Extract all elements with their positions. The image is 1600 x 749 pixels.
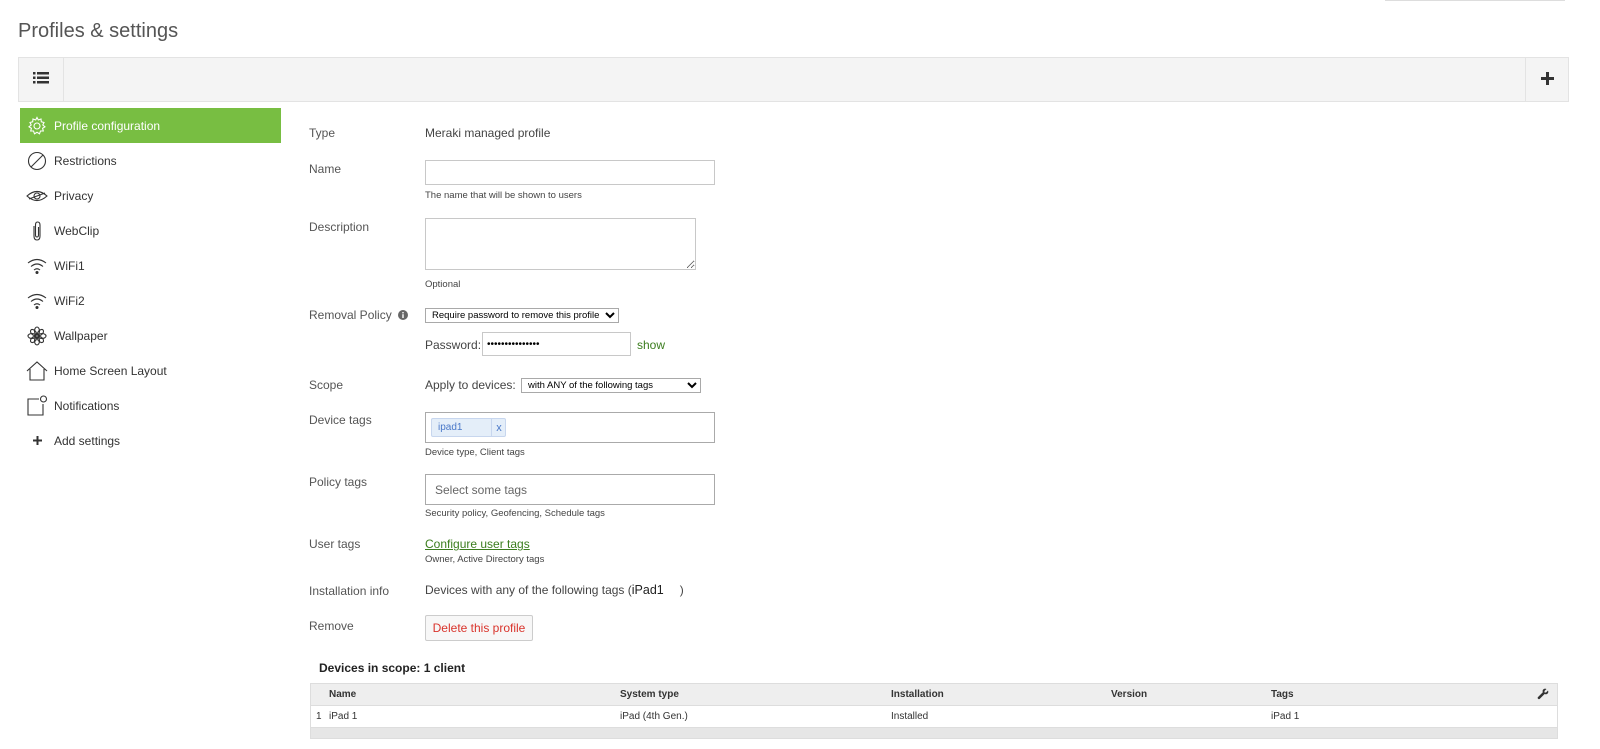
sidebar-item-profile-configuration[interactable]: Profile configuration <box>20 108 281 143</box>
device-tags-input[interactable]: ipad1 x <box>425 412 715 443</box>
sidebar-item-label: WebClip <box>54 223 100 238</box>
settings-sidebar: Profile configuration Restrictions Priva… <box>20 108 281 458</box>
device-tags-hint: Device type, Client tags <box>425 447 525 458</box>
removal-policy-label: Removal Policy <box>309 308 409 323</box>
sidebar-item-label: Notifications <box>54 398 120 413</box>
sidebar-item-label: Profile configuration <box>54 118 161 133</box>
add-profile-button[interactable] <box>1525 58 1568 101</box>
info-icon[interactable] <box>398 309 409 323</box>
configure-user-tags-link[interactable]: Configure user tags <box>425 537 530 551</box>
sidebar-item-home-screen-layout[interactable]: Home Screen Layout <box>20 353 281 388</box>
cell-tags: iPad 1 <box>1271 711 1300 722</box>
cell-system-type: iPad (4th Gen.) <box>620 711 688 722</box>
column-header-system-type[interactable]: System type <box>620 689 679 700</box>
policy-tags-label: Policy tags <box>309 475 368 489</box>
wifi-icon <box>20 258 54 274</box>
sidebar-item-label: WiFi2 <box>54 293 85 308</box>
name-label: Name <box>309 162 342 176</box>
eye-icon <box>20 189 54 203</box>
gear-icon <box>20 115 54 136</box>
description-hint: Optional <box>425 279 461 290</box>
sidebar-item-wifi2[interactable]: WiFi2 <box>20 283 281 318</box>
remove-label: Remove <box>309 619 354 633</box>
password-input[interactable] <box>482 332 631 356</box>
name-input[interactable] <box>425 160 715 185</box>
list-view-button[interactable] <box>19 58 64 101</box>
devices-table: Name System type Installation Version Ta… <box>310 683 1558 739</box>
installation-info-prefix: Devices with any of the following tags ( <box>425 583 632 597</box>
column-header-version[interactable]: Version <box>1111 689 1147 700</box>
tag-chip-label: ipad1 <box>438 422 463 433</box>
removal-policy-select[interactable]: Require password to remove this profile <box>425 308 619 323</box>
sidebar-item-label: Wallpaper <box>54 328 108 343</box>
name-hint: The name that will be shown to users <box>425 190 582 201</box>
sidebar-item-label: Privacy <box>54 188 94 203</box>
sidebar-item-label: Restrictions <box>54 153 117 168</box>
notification-icon <box>20 394 54 417</box>
description-textarea[interactable] <box>425 218 696 270</box>
delete-profile-button[interactable]: Delete this profile <box>425 615 533 641</box>
column-header-installation[interactable]: Installation <box>891 689 944 700</box>
removal-policy-label-text: Removal Policy <box>309 308 392 322</box>
tag-chip: ipad1 x <box>431 418 506 437</box>
devices-in-scope-title: Devices in scope: 1 client <box>319 661 466 675</box>
user-tags-hint: Owner, Active Directory tags <box>425 554 545 565</box>
top-divider <box>1385 0 1565 1</box>
list-icon <box>33 71 49 88</box>
apply-to-devices-label: Apply to devices: <box>425 378 516 392</box>
toolbar <box>18 57 1569 102</box>
policy-tags-placeholder: Select some tags <box>435 483 528 497</box>
type-value: Meraki managed profile <box>425 126 551 140</box>
remove-tag-button[interactable]: x <box>491 419 506 436</box>
column-header-name[interactable]: Name <box>329 689 356 700</box>
home-icon <box>20 360 54 381</box>
sidebar-item-privacy[interactable]: Privacy <box>20 178 281 213</box>
flower-icon <box>20 325 54 346</box>
user-tags-label: User tags <box>309 537 361 551</box>
scope-label: Scope <box>309 378 344 392</box>
wrench-icon[interactable] <box>1537 688 1549 703</box>
cell-installation: Installed <box>891 711 929 722</box>
password-label: Password: <box>425 338 482 352</box>
sidebar-item-wallpaper[interactable]: Wallpaper <box>20 318 281 353</box>
wifi-icon <box>20 293 54 309</box>
installation-info-suffix: ) <box>679 583 684 597</box>
table-row[interactable]: 1 iPad 1 iPad (4th Gen.) Installed iPad … <box>311 706 1557 727</box>
sidebar-item-label: WiFi1 <box>54 258 85 273</box>
plus-icon <box>1540 68 1554 91</box>
paperclip-icon <box>20 220 54 241</box>
sidebar-item-restrictions[interactable]: Restrictions <box>20 143 281 178</box>
sidebar-item-webclip[interactable]: WebClip <box>20 213 281 248</box>
installation-info-tag: iPad1 <box>631 583 664 597</box>
table-header: Name System type Installation Version Ta… <box>311 684 1557 706</box>
no-entry-icon <box>20 151 54 171</box>
installation-info-value: Devices with any of the following tags (… <box>425 583 684 597</box>
sidebar-item-notifications[interactable]: Notifications <box>20 388 281 423</box>
sidebar-item-wifi1[interactable]: WiFi1 <box>20 248 281 283</box>
device-tags-label: Device tags <box>309 413 372 427</box>
description-label: Description <box>309 220 370 234</box>
column-header-tags[interactable]: Tags <box>1271 689 1294 700</box>
show-password-link[interactable]: show <box>637 338 665 352</box>
row-index: 1 <box>316 711 322 722</box>
sidebar-item-add-settings[interactable]: Add settings <box>20 423 281 458</box>
type-label: Type <box>309 126 336 140</box>
plus-icon <box>20 436 54 445</box>
scope-select[interactable]: with ANY of the following tags <box>521 378 701 393</box>
installation-info-label: Installation info <box>309 584 390 598</box>
sidebar-item-label: Home Screen Layout <box>54 363 167 378</box>
sidebar-item-label: Add settings <box>54 433 121 448</box>
policy-tags-input[interactable]: Select some tags <box>425 474 715 505</box>
page-title: Profiles & settings <box>18 20 179 42</box>
table-footer <box>311 727 1557 738</box>
cell-name: iPad 1 <box>329 711 358 722</box>
policy-tags-hint: Security policy, Geofencing, Schedule ta… <box>425 508 605 519</box>
